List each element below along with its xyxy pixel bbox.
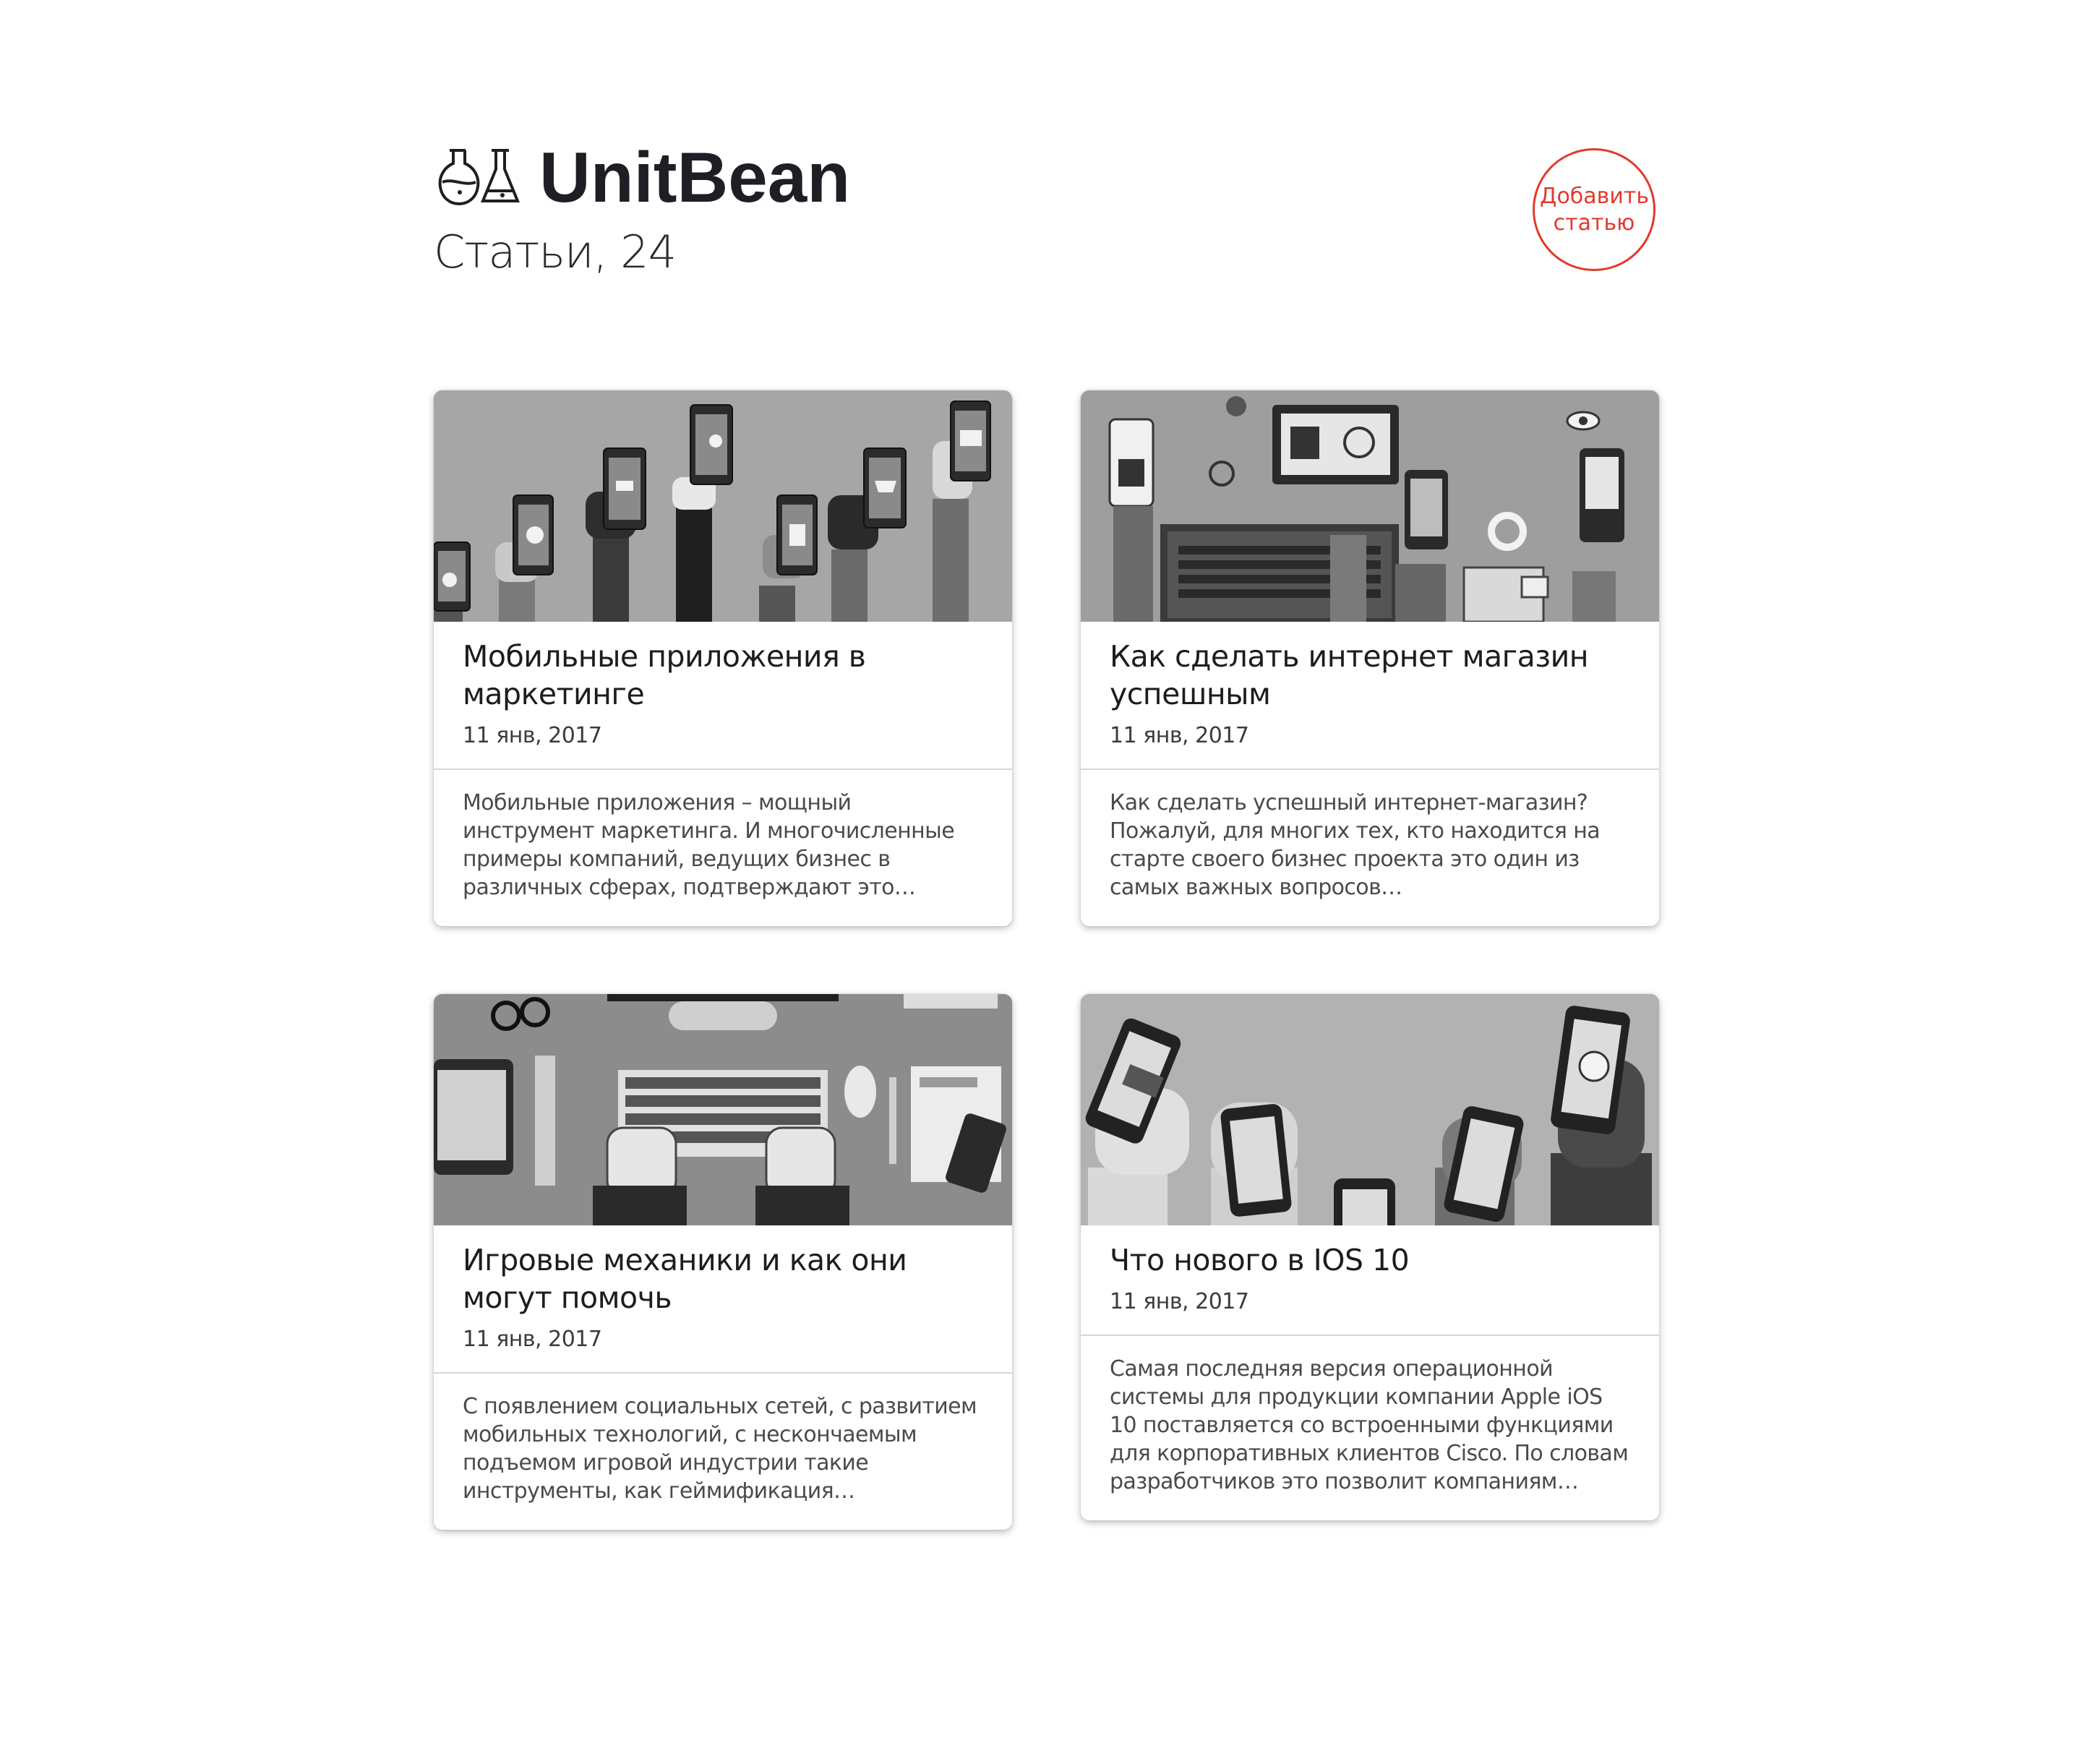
article-image-desk [434, 994, 1012, 1225]
add-article-button[interactable]: Добавить статью [1533, 148, 1655, 271]
article-image-smartphones [1081, 994, 1659, 1225]
article-image-ecommerce [1081, 390, 1659, 622]
article-card[interactable]: Как сделать интернет магазин успешным 11… [1081, 390, 1659, 926]
brand-name: UnitBean [539, 137, 851, 217]
article-title[interactable]: Что нового в IOS 10 [1110, 1241, 1630, 1279]
article-excerpt: С появлением социальных сетей, с развити… [463, 1394, 977, 1504]
brand-logo[interactable]: UnitBean [434, 141, 850, 213]
article-date: 11 янв, 2017 [1110, 1289, 1249, 1314]
article-title[interactable]: Мобильные приложения в маркетинге [463, 638, 983, 713]
article-title[interactable]: Игровые механики и как они могут помочь [463, 1241, 983, 1316]
article-excerpt: Как сделать успешный интернет-магазин? П… [1110, 790, 1601, 900]
add-article-button-label: Добавить статью [1540, 183, 1650, 236]
article-date: 11 янв, 2017 [463, 723, 602, 748]
article-card[interactable]: Что нового в IOS 10 11 янв, 2017 Самая п… [1081, 994, 1659, 1520]
article-excerpt: Самая последняя версия операционной сист… [1110, 1356, 1629, 1494]
article-title[interactable]: Как сделать интернет магазин успешным [1110, 638, 1630, 713]
article-card[interactable]: Игровые механики и как они могут помочь … [434, 994, 1012, 1530]
article-date: 11 янв, 2017 [1110, 723, 1249, 748]
article-excerpt: Мобильные приложения – мощный инструмент… [463, 790, 955, 900]
article-date: 11 янв, 2017 [463, 1327, 602, 1352]
flask-logo-icon [438, 149, 520, 206]
article-card[interactable]: Мобильные приложения в маркетинге 11 янв… [434, 390, 1012, 926]
page-subtitle: Статьи, 24 [434, 226, 677, 278]
article-image-phones [434, 390, 1012, 622]
